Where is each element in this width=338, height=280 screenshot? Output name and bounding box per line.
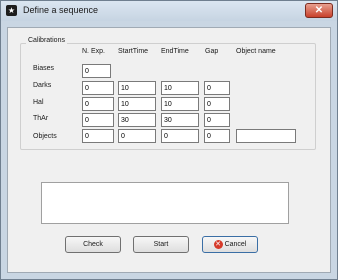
row-label-biases: Biases <box>33 65 55 72</box>
start-button[interactable]: Start <box>133 236 189 253</box>
darks-gap-input[interactable] <box>204 81 230 95</box>
header-endtime: EndTime <box>161 48 189 55</box>
row-label-thar: ThAr <box>33 115 49 122</box>
hal-gap-input[interactable] <box>204 97 230 111</box>
darks-nexp-input[interactable] <box>82 81 114 95</box>
thar-endtime-input[interactable] <box>161 113 199 127</box>
row-label-objects: Objects <box>33 133 57 140</box>
cancel-label: Cancel <box>224 241 247 248</box>
thar-starttime-input[interactable] <box>118 113 156 127</box>
objects-starttime-input[interactable] <box>118 129 156 143</box>
cancel-icon: ✕ <box>213 239 223 249</box>
object-name-input[interactable] <box>236 129 296 143</box>
calibrations-label: Calibrations <box>26 37 67 44</box>
objects-nexp-input[interactable] <box>82 129 114 143</box>
thar-gap-input[interactable] <box>204 113 230 127</box>
check-button[interactable]: Check <box>65 236 121 253</box>
hal-starttime-input[interactable] <box>118 97 156 111</box>
row-label-hal: Hal <box>33 99 44 106</box>
objects-gap-input[interactable] <box>204 129 230 143</box>
header-object-name: Object name <box>236 48 276 55</box>
cancel-button[interactable]: ✕ Cancel <box>202 236 258 253</box>
header-nexp: N. Exp. <box>82 48 105 55</box>
biases-nexp-input[interactable] <box>82 64 111 78</box>
title-bar[interactable]: ★ Define a sequence ✕ <box>1 1 337 21</box>
header-starttime: StartTime <box>118 48 149 55</box>
objects-endtime-input[interactable] <box>161 129 199 143</box>
output-textarea[interactable] <box>41 182 289 224</box>
hal-endtime-input[interactable] <box>161 97 199 111</box>
hal-nexp-input[interactable] <box>82 97 114 111</box>
row-label-darks: Darks <box>33 82 52 89</box>
app-icon: ★ <box>6 5 17 16</box>
close-icon: ✕ <box>314 5 324 16</box>
window-title: Define a sequence <box>23 5 99 15</box>
close-button[interactable]: ✕ <box>305 3 333 18</box>
darks-starttime-input[interactable] <box>118 81 156 95</box>
thar-nexp-input[interactable] <box>82 113 114 127</box>
darks-endtime-input[interactable] <box>161 81 199 95</box>
header-gap: Gap <box>205 48 219 55</box>
